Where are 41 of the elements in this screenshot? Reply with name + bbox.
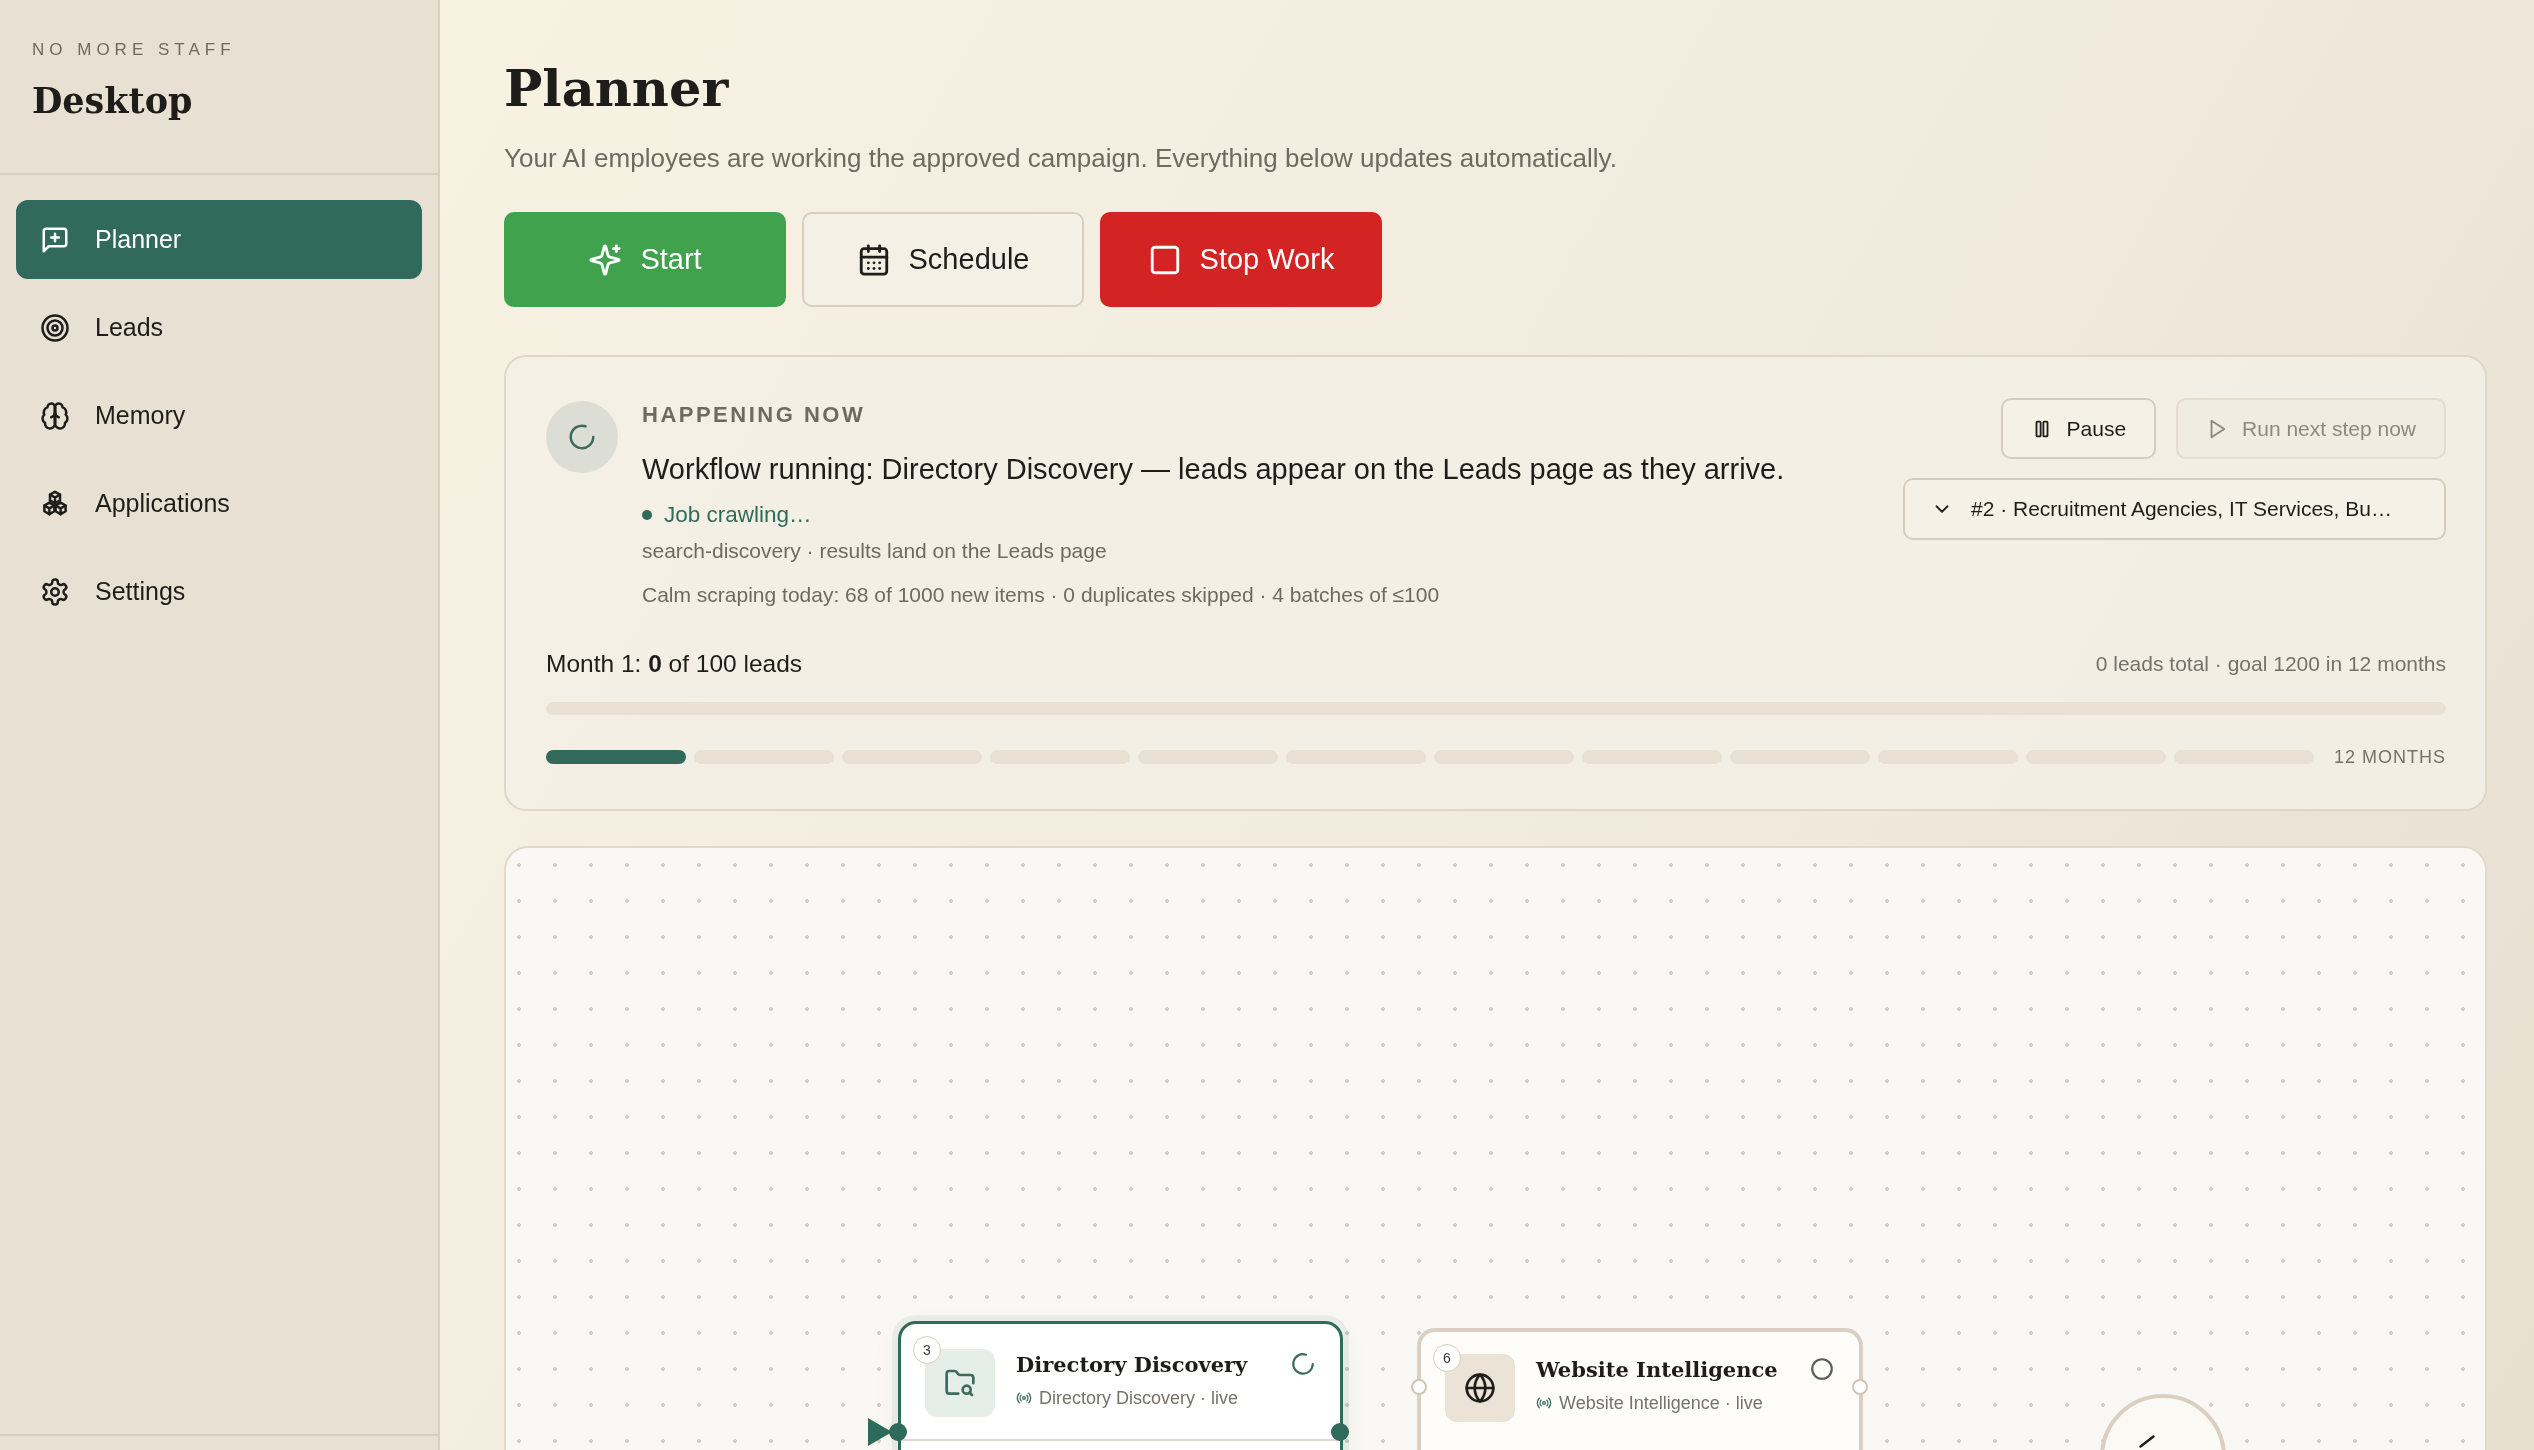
node-title: Directory Discovery (1016, 1351, 1249, 1379)
radio-waves-icon (1536, 1395, 1552, 1411)
step-number: 6 (1433, 1344, 1461, 1372)
page-subtitle: Your AI employees are working the approved campaign. Everything below updates automatically. (504, 143, 1618, 173)
brain-icon (40, 400, 70, 431)
leads-total: 0 leads total · goal 1200 in 12 months (2095, 651, 2446, 677)
status-dot-icon (642, 510, 652, 520)
radio-waves-icon (1016, 1390, 1032, 1406)
settings-icon (40, 576, 70, 607)
status-message: Workflow running: Directory Discovery — leads appear on the Leads page as they arrive. (642, 452, 1786, 487)
sidebar-item[interactable]: Planner (16, 200, 422, 279)
node-subtitle: Directory Discovery · live (1039, 1387, 1239, 1409)
connector-port-icon[interactable] (889, 1423, 907, 1441)
brand-name: NO MORE STAFF (32, 39, 237, 61)
schedule-button[interactable]: Schedule (802, 212, 1084, 307)
job-status: Job crawling… (664, 501, 812, 529)
sidebar-item[interactable]: Memory (16, 376, 422, 455)
target-icon (40, 312, 70, 343)
months-label: 12 MONTHS (2333, 746, 2446, 768)
month-progress-label: Month 1: 0 of 100 leads (546, 649, 803, 679)
scraping-stats: Calm scraping today: 68 of 1000 new items · 0 duplicates skipped · 4 batches of ≤100 (642, 582, 1441, 608)
campaign-dropdown[interactable]: #2 · Recruitment Agencies, IT Services, Bu… (1903, 478, 2446, 540)
workflow-node[interactable]: 3 Directory Discovery Directory Discovery · live (898, 1321, 1343, 1450)
page-title: Planner (504, 57, 730, 120)
sidebar-item[interactable]: Applications (16, 464, 422, 543)
workflow-node[interactable]: 6 Website Intelligence Website Intelligence · live (1417, 1328, 1863, 1450)
source-info: search-discovery · results land on the Leads page (642, 538, 1108, 564)
sparkle-icon (588, 242, 623, 277)
connector-port-icon[interactable] (1331, 1423, 1349, 1441)
step-number: 3 (913, 1336, 941, 1364)
sidebar-item[interactable]: Settings (16, 552, 422, 631)
pause-button[interactable]: Pause (2000, 398, 2157, 459)
globe-icon (1445, 1354, 1515, 1422)
sidebar-item[interactable]: Leads (16, 288, 422, 367)
arrowhead-icon (868, 1418, 892, 1446)
app-title: Desktop (32, 79, 194, 123)
stop-work-button[interactable]: Stop Work (1100, 212, 1382, 307)
node-title: Website Intelligence (1536, 1356, 1779, 1384)
node-subtitle: Website Intelligence · live (1559, 1392, 1763, 1414)
section-heading: HAPPENING NOW (642, 401, 867, 429)
check-icon (2139, 1435, 2155, 1448)
